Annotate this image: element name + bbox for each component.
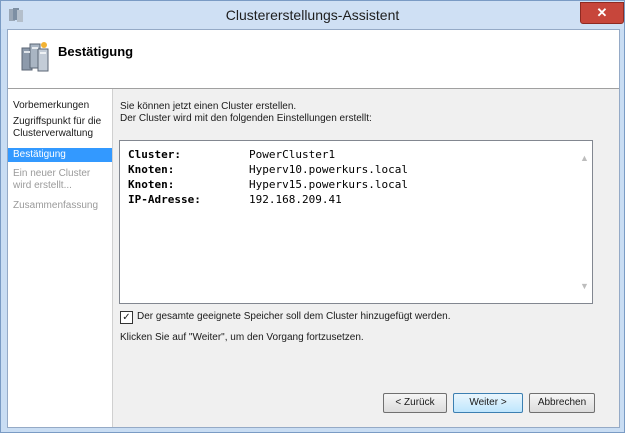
storage-checkbox[interactable]: ✓ bbox=[120, 311, 133, 324]
continue-hint: Klicken Sie auf "Weiter", um den Vorgang… bbox=[120, 332, 364, 343]
settings-value: Hyperv10.powerkurs.local bbox=[249, 163, 408, 176]
scroll-up-icon[interactable]: ▲ bbox=[580, 153, 589, 163]
settings-value: 192.168.209.41 bbox=[249, 193, 342, 206]
page-title: Bestätigung bbox=[58, 44, 134, 59]
nav-item-zugriffspunkt[interactable]: Zugriffspunkt für die Clusterverwaltung bbox=[8, 116, 112, 140]
settings-value: Hyperv15.powerkurs.local bbox=[249, 178, 408, 191]
storage-checkbox-label[interactable]: Der gesamte geeignete Speicher soll dem … bbox=[137, 311, 451, 322]
settings-key: Knoten: bbox=[128, 178, 175, 191]
window-title: Clustererstellungs-Assistent bbox=[225, 7, 400, 23]
close-button[interactable]: ✕ bbox=[580, 2, 624, 24]
nav-item-bestaetigung[interactable]: Bestätigung bbox=[8, 148, 112, 162]
nav-item-zusammenfassung: Zusammenfassung bbox=[13, 200, 99, 211]
wizard-window: Clustererstellungs-Assistent ✕ Bestätigu… bbox=[0, 0, 625, 433]
cluster-servers-icon bbox=[21, 42, 49, 72]
intro-line-2: Der Cluster wird mit den folgenden Einst… bbox=[120, 113, 372, 124]
settings-listbox[interactable]: Cluster: PowerCluster1 Knoten: Hyperv10.… bbox=[119, 140, 593, 304]
intro-text: Sie können jetzt einen Cluster erstellen… bbox=[120, 101, 600, 125]
nav-item-vorbemerkungen[interactable]: Vorbemerkungen bbox=[8, 100, 112, 112]
nav-item-cluster-erstellen: Ein neuer Cluster wird erstellt... bbox=[13, 168, 91, 191]
page-header: Bestätigung bbox=[8, 30, 619, 89]
vertical-scrollbar[interactable]: ▲ ▼ bbox=[578, 141, 592, 303]
back-button[interactable]: < Zurück bbox=[383, 393, 447, 413]
settings-value: PowerCluster1 bbox=[249, 148, 336, 161]
scroll-down-icon[interactable]: ▼ bbox=[580, 281, 589, 291]
next-button[interactable]: Weiter > bbox=[453, 393, 523, 413]
cancel-button[interactable]: Abbrechen bbox=[529, 393, 595, 413]
title-bar[interactable]: Clustererstellungs-Assistent ✕ bbox=[1, 1, 624, 29]
settings-key: Knoten: bbox=[128, 163, 175, 176]
intro-line-1: Sie können jetzt einen Cluster erstellen… bbox=[120, 101, 297, 112]
wizard-client-area: Bestätigung Vorbemerkungen Zugriffspunkt… bbox=[7, 29, 620, 428]
wizard-nav: Vorbemerkungen Zugriffspunkt für die Clu… bbox=[8, 89, 113, 427]
settings-key: Cluster: bbox=[128, 148, 181, 161]
settings-key: IP-Adresse: bbox=[128, 193, 201, 206]
